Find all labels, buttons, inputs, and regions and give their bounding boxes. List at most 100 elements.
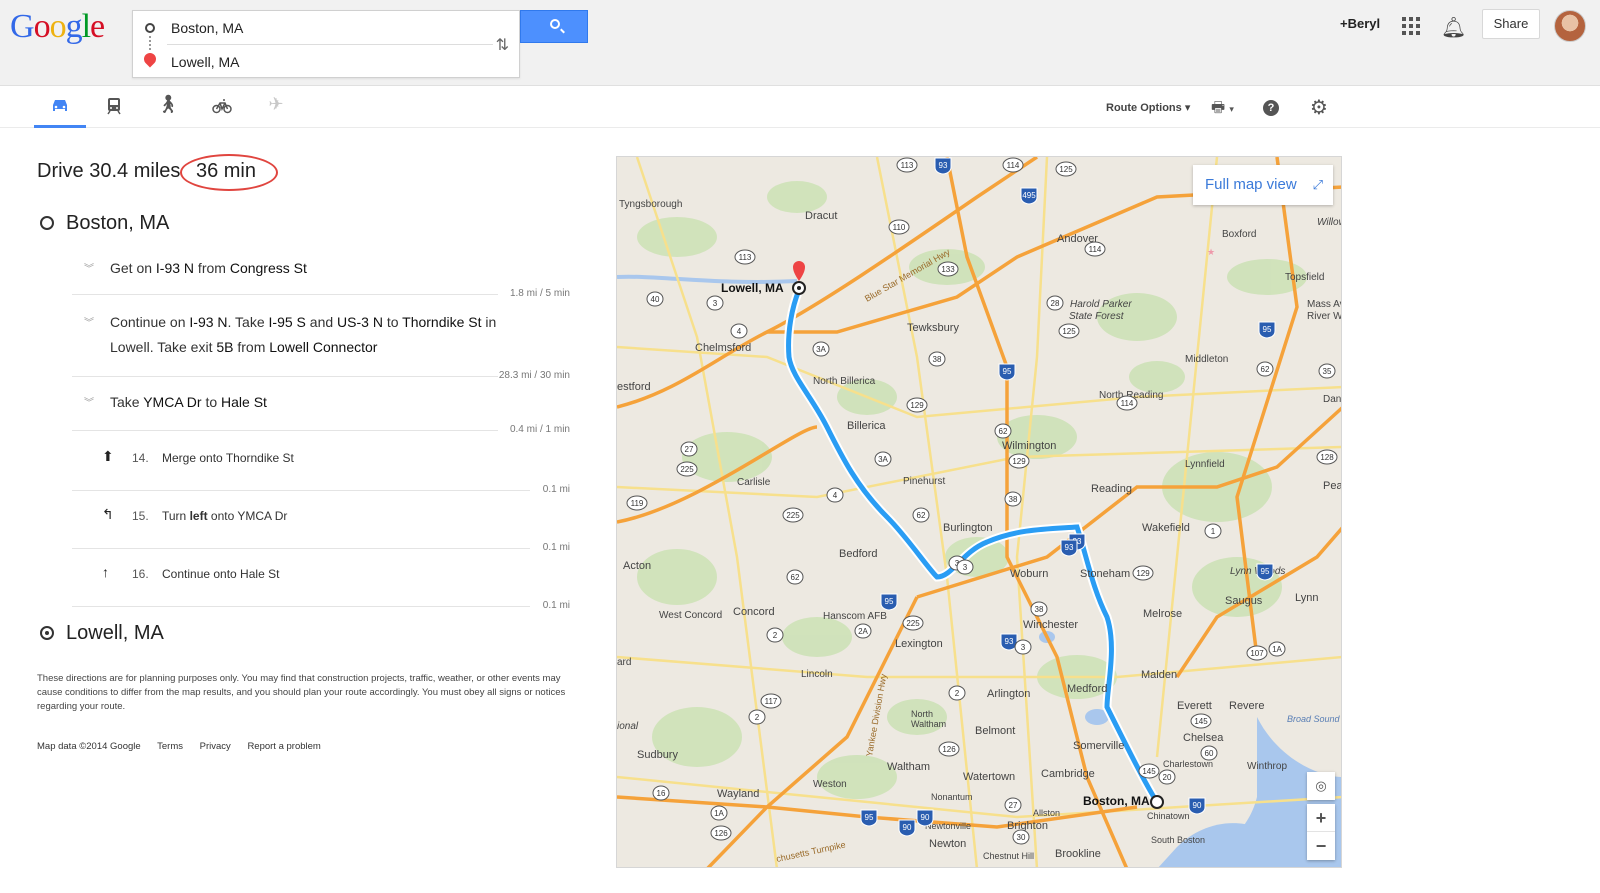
route-shield: 3 xyxy=(1014,639,1032,655)
park-label: State Forest xyxy=(1069,311,1125,322)
place-label: Tyngsborough xyxy=(619,199,682,210)
route-shield-number: 30 xyxy=(1017,833,1026,842)
google-logo[interactable]: Google xyxy=(10,8,105,46)
help-icon[interactable]: ? xyxy=(1263,100,1279,116)
turn-left-icon: ↰ xyxy=(102,506,114,522)
place-label: Chelmsford xyxy=(695,342,751,354)
route-shield-number: 2 xyxy=(955,689,960,698)
place-label: Willow xyxy=(1317,217,1342,228)
place-label: Brighton xyxy=(1007,820,1048,832)
route-shield-number: 35 xyxy=(1323,367,1332,376)
route-shield: 107 xyxy=(1246,645,1268,661)
zoom-out-button[interactable]: − xyxy=(1307,832,1335,860)
expand-chevron-icon[interactable]: ︾ xyxy=(84,260,94,275)
direction-step[interactable]: ︾ Continue on I-93 N. Take I-95 S and US… xyxy=(72,310,570,381)
divider xyxy=(72,490,530,491)
my-location-button[interactable]: ◎ xyxy=(1307,772,1335,800)
route-shield: 133 xyxy=(937,261,959,277)
route-shield: 129 xyxy=(906,397,928,413)
origin-row[interactable]: Boston, MA xyxy=(133,11,493,50)
privacy-link[interactable]: Privacy xyxy=(200,741,231,752)
origin-circle-icon xyxy=(145,23,155,33)
direction-substep[interactable]: ↰ 15. Turn left onto YMCA Dr 0.1 mi xyxy=(72,506,570,554)
search-button[interactable] xyxy=(520,10,588,43)
yankee-division-hwy-label: Yankee Division Hwy xyxy=(864,673,888,758)
route-shield-number: 27 xyxy=(1009,801,1018,810)
destination-row[interactable]: Lowell, MA xyxy=(133,45,493,79)
destination-input[interactable]: Lowell, MA xyxy=(171,54,239,70)
full-map-view-button[interactable]: Full map view ⤢ xyxy=(1193,165,1333,205)
report-problem-link[interactable]: Report a problem xyxy=(247,741,320,752)
place-label: Tewksbury xyxy=(907,322,959,334)
route-shield-number: 225 xyxy=(680,465,694,474)
place-label: Everett xyxy=(1177,700,1212,712)
place-label: Melrose xyxy=(1143,608,1182,620)
place-label: Danv xyxy=(1323,394,1342,405)
route-shield-number: 114 xyxy=(1007,161,1020,170)
walking-mode-icon[interactable]: 🚶︎ xyxy=(142,94,194,128)
route-shield: 1A xyxy=(1268,641,1286,657)
route-shield: 30 xyxy=(1012,829,1030,845)
route-shield-number: 2 xyxy=(755,713,760,722)
cycling-mode-icon[interactable] xyxy=(196,94,248,128)
place-label: River Wil xyxy=(1307,311,1342,322)
expand-chevron-icon[interactable]: ︾ xyxy=(84,394,94,409)
directions-disclaimer: These directions are for planning purpos… xyxy=(37,673,566,712)
origin-input[interactable]: Boston, MA xyxy=(171,20,243,36)
place-label: ard xyxy=(617,657,631,668)
place-label: Lincoln xyxy=(801,669,833,680)
settings-gear-icon[interactable]: ⚙︎ xyxy=(1310,95,1328,120)
place-label: Arlington xyxy=(987,688,1030,700)
notifications-bell-icon[interactable]: 🔔︎ xyxy=(1441,15,1466,40)
route-shield: 95 xyxy=(998,363,1016,381)
avatar[interactable] xyxy=(1554,10,1586,42)
expand-chevron-icon[interactable]: ︾ xyxy=(84,314,94,329)
route-options-dropdown[interactable]: Route Options ▾ xyxy=(1106,101,1190,114)
boston-marker[interactable] xyxy=(1150,795,1164,809)
map-data-credit: Map data ©2014 Google xyxy=(37,741,141,752)
direction-substep[interactable]: ↑ 16. Continue onto Hale St 0.1 mi xyxy=(72,564,570,612)
transit-mode-icon[interactable] xyxy=(88,94,140,128)
direction-step[interactable]: ︾ Get on I-93 N from Congress St 1.8 mi … xyxy=(72,256,570,299)
print-icon[interactable]: 🖶︎ ▾ xyxy=(1211,97,1234,122)
place-label: Belmont xyxy=(975,725,1015,737)
route-shield: 119 xyxy=(626,495,648,511)
origin-heading[interactable]: Boston, MA xyxy=(40,212,169,235)
user-name-link[interactable]: +Beryl xyxy=(1340,16,1380,31)
swap-directions-icon[interactable]: ⇅ xyxy=(496,35,509,55)
direction-substep[interactable]: ⬆ 14. Merge onto Thorndike St 0.1 mi xyxy=(72,448,570,496)
place-label: Hanscom AFB xyxy=(823,611,887,622)
route-shield: 145 xyxy=(1190,713,1212,729)
substep-number: 14. xyxy=(132,451,149,465)
route-shield: 35 xyxy=(1318,363,1336,379)
route-shield-number: 2 xyxy=(773,631,778,640)
route-shield-number: 95 xyxy=(865,813,874,822)
route-shield-number: 95 xyxy=(1263,325,1272,334)
place-label: Charlestown xyxy=(1163,759,1213,769)
zoom-in-button[interactable]: + xyxy=(1307,804,1335,832)
place-label: Concord xyxy=(733,606,775,618)
share-button[interactable]: Share xyxy=(1482,9,1540,39)
flight-mode-icon[interactable]: ✈︎ xyxy=(250,94,302,128)
route-shield-number: 38 xyxy=(933,355,942,364)
terms-link[interactable]: Terms xyxy=(157,741,183,752)
route-options-label: Route Options xyxy=(1106,102,1182,114)
place-label: Wilmington xyxy=(1002,440,1056,452)
apps-grid-icon[interactable] xyxy=(1402,17,1420,35)
substep-text: Turn left onto YMCA Dr xyxy=(162,509,288,523)
destination-heading[interactable]: Lowell, MA xyxy=(40,622,164,645)
route-shield-number: 495 xyxy=(1022,191,1036,200)
logo-letter: o xyxy=(49,8,67,45)
park-label: Harold Parker xyxy=(1070,299,1132,310)
car-mode-icon[interactable] xyxy=(34,94,86,128)
substep-text: Continue onto Hale St xyxy=(162,567,280,581)
direction-step[interactable]: ︾ Take YMCA Dr to Hale St 0.4 mi / 1 min xyxy=(72,390,570,435)
place-label: Lexington xyxy=(895,638,943,650)
place-label: Waltham xyxy=(887,761,930,773)
place-label: estford xyxy=(617,381,651,393)
place-label: ional xyxy=(617,721,639,732)
place-label: Winthrop xyxy=(1247,761,1287,772)
map-canvas[interactable]: Blue Star Memorial Hwy Yankee Division H… xyxy=(617,157,1342,868)
place-label: Sudbury xyxy=(637,749,678,761)
route-map[interactable]: Blue Star Memorial Hwy Yankee Division H… xyxy=(616,156,1342,868)
